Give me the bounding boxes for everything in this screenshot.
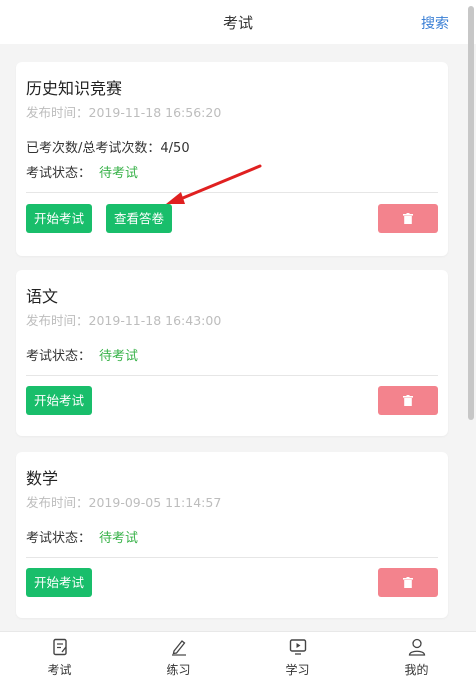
- tab-label: 我的: [404, 663, 429, 677]
- attempts-label: 已考次数/总考试次数：: [26, 141, 161, 156]
- start-exam-button[interactable]: 开始考试: [26, 568, 92, 597]
- status-label: 考试状态：: [26, 531, 92, 546]
- view-answers-button[interactable]: 查看答卷: [106, 204, 172, 233]
- status-label: 考试状态：: [26, 166, 92, 181]
- publish-time-value: 2019-11-18 16:43:00: [88, 313, 222, 328]
- trash-icon: [403, 213, 413, 224]
- page-title: 考试: [222, 14, 253, 32]
- publish-time: 发布时间：2019-11-18 16:43:00: [26, 310, 221, 329]
- user-icon: [408, 638, 425, 656]
- exam-name: 数学: [26, 469, 59, 488]
- delete-button[interactable]: [378, 568, 438, 597]
- status-row: 考试状态： 待考试: [26, 527, 138, 546]
- trash-icon: [403, 577, 413, 588]
- publish-label: 发布时间：: [26, 105, 89, 120]
- tab-study[interactable]: 学习: [238, 632, 357, 681]
- status-label: 考试状态：: [26, 349, 92, 364]
- trash-icon: [403, 395, 413, 406]
- exam-icon: [52, 638, 67, 656]
- exam-card: 历史知识竞赛 发布时间：2019-11-18 16:56:20 已考次数/总考试…: [16, 62, 448, 256]
- publish-time: 发布时间：2019-09-05 11:14:57: [26, 492, 221, 511]
- tab-profile[interactable]: 我的: [357, 632, 476, 681]
- exam-card: 数学 发布时间：2019-09-05 11:14:57 考试状态： 待考试 开始考…: [16, 452, 448, 618]
- status-value: 待考试: [99, 349, 139, 364]
- start-exam-button[interactable]: 开始考试: [26, 204, 92, 233]
- bottom-tab-bar: 考试 练习 学习 我的: [0, 631, 476, 681]
- publish-time: 发布时间：2019-11-18 16:56:20: [26, 102, 221, 121]
- tab-exam[interactable]: 考试: [0, 632, 119, 681]
- status-row: 考试状态： 待考试: [26, 345, 138, 364]
- publish-label: 发布时间：: [26, 495, 89, 510]
- tab-label: 考试: [47, 663, 72, 677]
- divider: [26, 375, 438, 376]
- status-value: 待考试: [99, 166, 139, 181]
- publish-label: 发布时间：: [26, 313, 89, 328]
- play-screen-icon: [289, 639, 306, 655]
- publish-time-value: 2019-09-05 11:14:57: [88, 495, 222, 510]
- pencil-icon: [171, 640, 186, 656]
- delete-button[interactable]: [378, 204, 438, 233]
- status-row: 考试状态： 待考试: [26, 162, 138, 181]
- attempts-value: 4/50: [160, 141, 190, 156]
- start-exam-button[interactable]: 开始考试: [26, 386, 92, 415]
- exam-card: 语文 发布时间：2019-11-18 16:43:00 考试状态： 待考试 开始考…: [16, 270, 448, 436]
- scrollbar[interactable]: [468, 6, 474, 420]
- divider: [26, 192, 438, 193]
- divider: [26, 557, 438, 558]
- exam-name: 历史知识竞赛: [26, 79, 123, 98]
- publish-time-value: 2019-11-18 16:56:20: [88, 105, 222, 120]
- tab-practice[interactable]: 练习: [119, 632, 238, 681]
- status-value: 待考试: [99, 531, 139, 546]
- exam-name: 语文: [26, 287, 59, 306]
- delete-button[interactable]: [378, 386, 438, 415]
- attempts-row: 已考次数/总考试次数：4/50: [26, 137, 190, 156]
- tab-label: 练习: [166, 663, 191, 677]
- tab-label: 学习: [285, 663, 310, 677]
- top-bar: 考试 搜索: [0, 0, 476, 44]
- search-link[interactable]: 搜索: [421, 13, 449, 33]
